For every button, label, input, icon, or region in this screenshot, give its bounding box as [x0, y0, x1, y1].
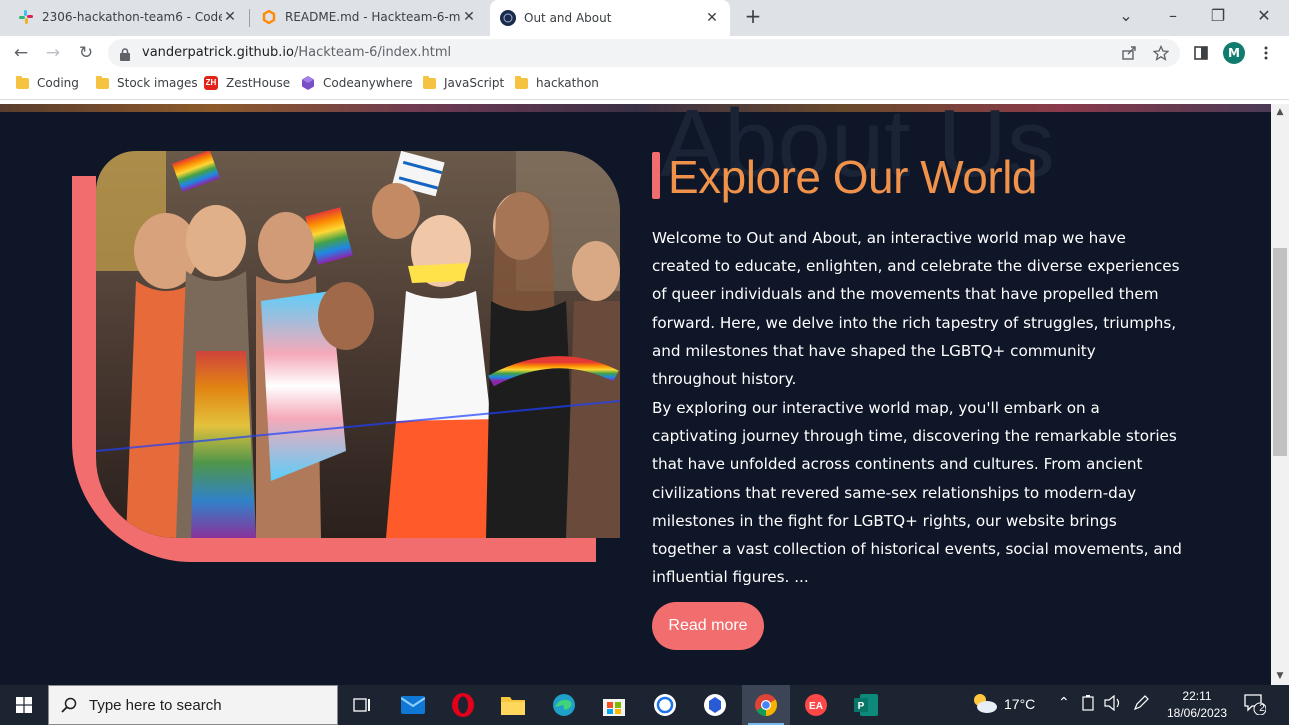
menu-kebab-icon[interactable]	[1255, 42, 1277, 64]
browser-toolbar: ← → ↻ vanderpatrick.github.io/Hackteam-6…	[0, 36, 1289, 70]
bookmark-coding[interactable]: Coding	[15, 75, 79, 90]
svg-text:P: P	[858, 701, 865, 712]
bookmark-hackathon[interactable]: hackathon	[514, 75, 599, 90]
url-text: vanderpatrick.github.io/Hackteam-6/index…	[142, 45, 452, 60]
task-view-icon[interactable]	[338, 685, 386, 725]
file-explorer-icon[interactable]	[489, 685, 537, 725]
gitpod-app-icon[interactable]	[641, 685, 689, 725]
microsoft-store-icon[interactable]	[590, 685, 638, 725]
new-tab-button[interactable]: +	[741, 4, 765, 28]
pride-parade-photo	[96, 151, 620, 538]
screen: 2306-hackathon-team6 - Code In ✕ README.…	[0, 0, 1289, 725]
bookmarks-bar: Coding Stock images ZH ZestHouse Codeany…	[0, 70, 1289, 100]
chevron-up-icon[interactable]: ⌃	[1058, 695, 1070, 711]
folder-icon	[514, 75, 528, 90]
ea-icon[interactable]: EA	[792, 685, 840, 725]
section-heading: Explore Our World	[668, 151, 1038, 203]
speaker-icon[interactable]	[1104, 694, 1122, 715]
site-logo-icon	[500, 10, 516, 26]
notification-count: 2	[1259, 703, 1265, 714]
scroll-up-arrow-icon[interactable]: ▲	[1271, 104, 1289, 120]
side-panel-icon[interactable]	[1190, 42, 1212, 64]
tab-title: 2306-hackathon-team6 - Code In	[42, 10, 222, 24]
tab-divider	[249, 9, 250, 27]
folder-icon	[15, 75, 29, 90]
share-icon[interactable]	[1118, 42, 1140, 64]
mail-icon[interactable]	[389, 685, 437, 725]
details-paragraph: By exploring our interactive world map, …	[652, 399, 1182, 587]
read-more-button[interactable]: Read more	[652, 602, 764, 650]
battery-icon[interactable]	[1082, 695, 1094, 715]
svg-text:EA: EA	[809, 701, 823, 712]
close-tab-icon[interactable]: ✕	[704, 10, 720, 26]
bookmark-zesthouse[interactable]: ZH ZestHouse	[204, 76, 290, 90]
codeanywhere-app-icon[interactable]	[691, 685, 739, 725]
scrollbar-thumb[interactable]	[1273, 248, 1287, 456]
restore-button[interactable]: ❐	[1205, 3, 1231, 29]
reload-button[interactable]: ↻	[73, 40, 99, 66]
hero-image-edge	[0, 104, 1271, 112]
bookmark-javascript[interactable]: JavaScript	[422, 75, 504, 90]
bookmark-stock-images[interactable]: Stock images	[95, 75, 198, 90]
address-bar[interactable]: vanderpatrick.github.io/Hackteam-6/index…	[108, 39, 1180, 67]
tab-title: README.md - Hackteam-6-mm	[285, 10, 461, 24]
tab-slack[interactable]: 2306-hackathon-team6 - Code In ✕	[8, 0, 248, 34]
windows-start-icon[interactable]	[0, 685, 48, 725]
gitpod-icon	[261, 9, 277, 25]
zesthouse-icon: ZH	[204, 76, 218, 90]
taskbar-search[interactable]: Type here to search	[48, 685, 338, 725]
search-icon	[61, 697, 77, 717]
slack-icon	[18, 9, 34, 25]
about-section: About Us Explore Our World Welcome to Ou…	[0, 104, 1271, 685]
minimize-button[interactable]: –	[1160, 3, 1186, 29]
bookmark-codeanywhere[interactable]: Codeanywhere	[301, 76, 413, 90]
notifications-icon[interactable]: 2	[1244, 693, 1270, 717]
tab-title: Out and About	[524, 11, 612, 25]
edge-icon[interactable]	[540, 685, 588, 725]
chevron-down-icon[interactable]: ⌄	[1113, 3, 1139, 29]
weather-cloud-sun-icon[interactable]	[970, 691, 998, 719]
codeanywhere-icon	[301, 76, 315, 90]
lock-icon[interactable]	[120, 46, 130, 65]
tab-out-and-about[interactable]: Out and About ✕	[490, 0, 730, 36]
tab-strip: 2306-hackathon-team6 - Code In ✕ README.…	[0, 0, 1289, 36]
forward-button[interactable]: →	[40, 40, 66, 66]
heading-accent-bar	[652, 152, 660, 199]
folder-icon	[95, 75, 109, 90]
clock-time: 22:11	[1182, 689, 1212, 703]
weather-temperature[interactable]: 17°C	[1004, 696, 1035, 712]
publisher-icon[interactable]: P	[842, 685, 890, 725]
close-window-button[interactable]: ✕	[1251, 3, 1277, 29]
scroll-down-arrow-icon[interactable]: ▼	[1271, 668, 1289, 684]
folder-icon	[422, 75, 436, 90]
clock-date: 18/06/2023	[1166, 706, 1228, 720]
windows-taskbar: Type here to search EA P 17°C ⌃ 22:11 18…	[0, 685, 1289, 725]
bookmark-star-icon[interactable]	[1150, 42, 1172, 64]
back-button[interactable]: ←	[8, 40, 34, 66]
pen-icon[interactable]	[1133, 695, 1149, 715]
chrome-icon[interactable]	[742, 685, 790, 725]
intro-paragraph: Welcome to Out and About, an interactive…	[652, 229, 1180, 389]
close-tab-icon[interactable]: ✕	[222, 9, 238, 25]
search-placeholder: Type here to search	[89, 697, 222, 714]
tab-readme[interactable]: README.md - Hackteam-6-mm ✕	[251, 0, 487, 34]
close-tab-icon[interactable]: ✕	[461, 9, 477, 25]
profile-avatar[interactable]: M	[1223, 42, 1245, 64]
system-clock[interactable]: 22:11 18/06/2023	[1164, 688, 1230, 722]
opera-icon[interactable]	[439, 685, 487, 725]
